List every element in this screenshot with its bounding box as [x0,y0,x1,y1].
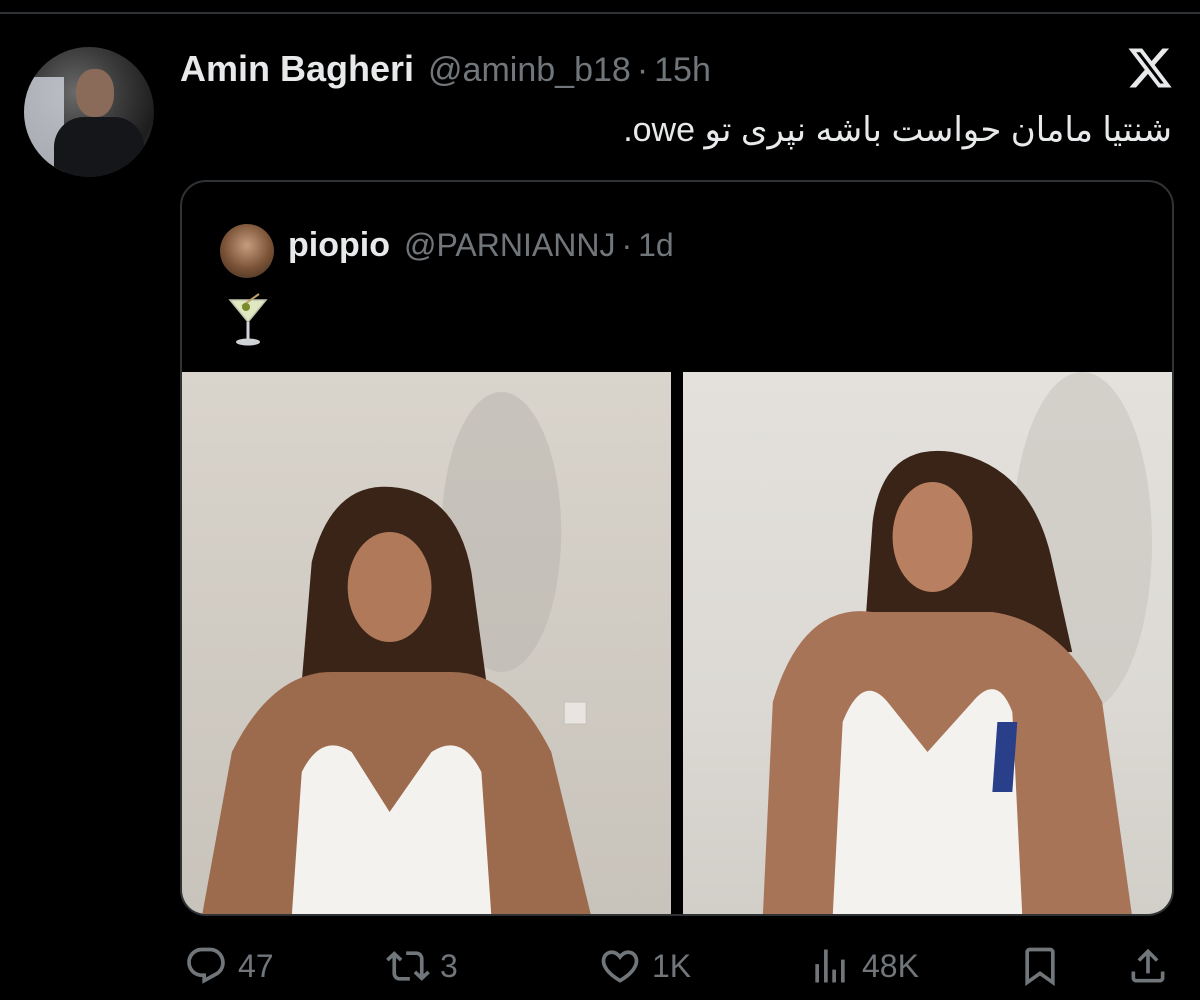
quoted-media-grid [182,372,1172,914]
cocktail-glass-icon [228,293,268,346]
reply-count: 47 [238,947,274,984]
retweet-button[interactable]: 3 [386,936,458,996]
quoted-tweet-timestamp[interactable]: 1d [638,227,674,264]
share-button[interactable] [1126,936,1170,996]
top-divider [0,12,1200,14]
tweet-text: شنتیا مامان حواست باشه نپری تو owe. [623,111,1172,149]
bookmark-button[interactable] [1018,936,1062,996]
like-count: 1K [652,947,692,984]
retweet-icon [386,951,430,981]
quoted-tweet-header: piopio @PARNIANNJ · 1d [288,226,674,265]
separator-dot: · [636,51,649,89]
reply-icon [187,947,225,984]
quoted-tweet-card[interactable]: piopio @PARNIANNJ · 1d [180,180,1174,916]
quoted-author-handle[interactable]: @PARNIANNJ [404,227,615,264]
views-chart-icon [815,949,845,983]
x-logo-icon[interactable] [1126,44,1174,92]
media-photo-1[interactable] [182,372,671,914]
author-name[interactable]: Amin Bagheri [180,48,414,90]
author-handle[interactable]: @aminb_b18 [428,51,631,90]
avatar-head [76,69,114,117]
retweet-count: 3 [440,947,458,984]
quoted-author-avatar[interactable] [220,224,274,278]
tweet-timestamp[interactable]: 15h [654,51,711,90]
share-icon [1131,948,1165,983]
bookmark-icon [1025,947,1055,987]
heart-icon [601,950,639,983]
tweet-action-bar: 47 3 1K 48K [0,936,1200,996]
views-button[interactable]: 48K [808,936,919,996]
media-photo-2[interactable] [683,372,1172,914]
avatar-body [54,117,144,177]
quoted-author-name[interactable]: piopio [288,226,390,265]
tweet-header: Amin Bagheri @aminb_b18 · 15h [180,48,711,92]
reply-button[interactable]: 47 [184,936,274,996]
like-button[interactable]: 1K [598,936,691,996]
separator-dot: · [621,227,633,263]
author-avatar[interactable] [24,47,154,177]
views-count: 48K [862,947,919,984]
